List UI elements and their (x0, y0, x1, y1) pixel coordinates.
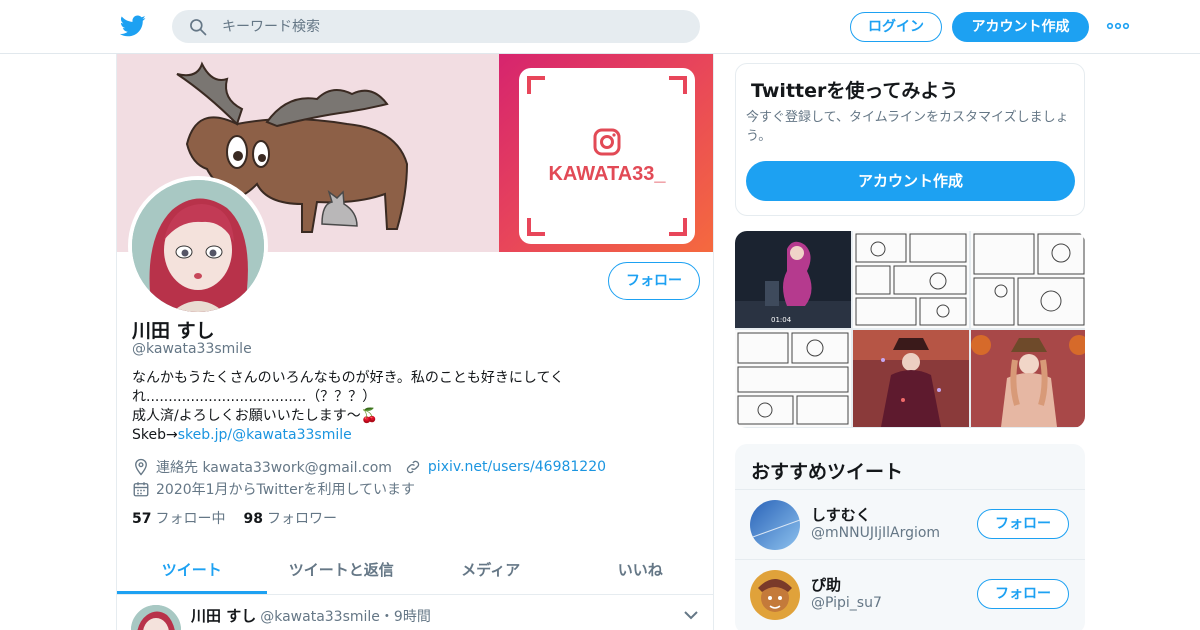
media-thumb-image (735, 330, 851, 427)
login-button[interactable]: ログイン (850, 12, 942, 42)
bio-line: Skeb→skeb.jp/@kawata33smile (132, 426, 702, 445)
signup-card-title: Twitterを使ってみよう (751, 80, 959, 102)
tab-media[interactable]: メディア (416, 548, 566, 594)
follow-button[interactable]: フォロー (608, 262, 700, 300)
suggested-title: おすすめツイート (751, 461, 904, 483)
profile-joined-row: 2020年1月からTwitterを利用しています (132, 479, 415, 499)
chevron-down-icon[interactable] (683, 609, 699, 621)
profile-column: KAWATA33_ フォロー 川田 すし @kawata33smile なんかも… (116, 54, 714, 630)
media-thumb-image (971, 231, 1085, 328)
profile-location: 連絡先 kawata33work@gmail.com (156, 460, 392, 476)
top-bar: ログイン アカウント作成 (0, 0, 1200, 54)
search-bar[interactable] (172, 10, 700, 43)
link-icon (406, 460, 420, 474)
media-thumb-image (971, 330, 1085, 427)
following-label: フォロー中 (155, 511, 226, 527)
suggested-avatar[interactable] (750, 570, 800, 620)
tweet-avatar[interactable] (131, 605, 181, 630)
tweet-author-name[interactable]: 川田 すし (191, 607, 256, 625)
banner-tag-text: KAWATA33_ (548, 163, 666, 185)
more-dots-icon[interactable] (1106, 18, 1130, 34)
suggested-account[interactable]: ぴ助 @Pipi_su7 フォロー (735, 559, 1085, 629)
tweet-time[interactable]: ・9時間 (380, 609, 431, 625)
media-thumb-illustration-1[interactable] (853, 330, 969, 427)
suggested-name[interactable]: ぴ助 (811, 574, 841, 595)
avatar-illustration (132, 180, 264, 312)
suggested-follow-button[interactable]: フォロー (977, 509, 1069, 539)
signup-card-description: 今すぐ登録して、タイムラインをカスタマイズしましょう。 (746, 110, 1069, 144)
profile-bio: なんかもうたくさんのいろんなものが好き。私のことも好きにしてく れ.......… (132, 369, 702, 445)
profile-stats: 57 フォロー中 98 フォロワー (132, 508, 355, 528)
tweet-item[interactable]: 川田 すし @kawata33smile・9時間 (117, 595, 713, 630)
tab-tweets[interactable]: ツイート (117, 548, 267, 594)
profile-tabs: ツイート ツイートと返信 メディア いいね (117, 548, 714, 595)
bio-line: 成人済/よろしくお願いいたします～🍒 (132, 408, 379, 424)
media-thumb-video[interactable]: 01:04 (735, 231, 851, 328)
bio-line: れ....................................（？？… (132, 389, 377, 405)
profile-url-link[interactable]: pixiv.net/users/46981220 (428, 459, 606, 475)
media-thumb-image (853, 330, 969, 427)
suggested-handle[interactable]: @Pipi_su7 (811, 595, 882, 611)
profile-joined: 2020年1月からTwitterを利用しています (156, 482, 416, 498)
suggested-handle[interactable]: @mNNUJIjIlArgiom (811, 525, 940, 541)
suggested-accounts: おすすめツイート しすむく @mNNUJIjIlArgiom フォロー ぴ助 @… (735, 444, 1085, 630)
following-count: 57 (132, 511, 152, 527)
signup-card-button[interactable]: アカウント作成 (746, 161, 1075, 201)
media-thumb-comic-2[interactable] (971, 231, 1085, 328)
twitter-bird-icon[interactable] (120, 13, 146, 39)
tweet-avatar-illustration (131, 605, 181, 630)
profile-handle[interactable]: @kawata33smile (132, 341, 252, 357)
location-pin-icon (135, 458, 147, 476)
suggested-account[interactable]: しすむく @mNNUJIjIlArgiom フォロー (735, 489, 1085, 559)
followers-stat[interactable]: 98 フォロワー (243, 508, 336, 528)
search-icon (190, 19, 207, 36)
bio-line: なんかもうたくさんのいろんなものが好き。私のことも好きにしてく (132, 370, 565, 386)
suggested-avatar-image (750, 500, 800, 550)
media-grid: 01:04 (735, 231, 1085, 428)
bio-skeb-link[interactable]: skeb.jp/@kawata33smile (178, 427, 352, 443)
media-thumb-image: 01:04 (735, 231, 851, 328)
video-duration: 01:04 (771, 316, 792, 324)
followers-count: 98 (243, 511, 263, 527)
profile-name: 川田 すし (132, 320, 215, 342)
search-input[interactable] (222, 10, 682, 43)
suggested-avatar[interactable] (750, 500, 800, 550)
media-thumb-illustration-2[interactable] (971, 330, 1085, 427)
tweet-author-handle[interactable]: @kawata33smile (260, 609, 380, 625)
following-stat[interactable]: 57 フォロー中 (132, 508, 225, 528)
followers-label: フォロワー (266, 511, 337, 527)
bio-skeb-prefix: Skeb→ (132, 427, 178, 443)
profile-avatar[interactable] (128, 176, 268, 316)
signup-card: Twitterを使ってみよう 今すぐ登録して、タイムラインをカスタマイズしましょ… (735, 63, 1085, 216)
suggested-follow-button[interactable]: フォロー (977, 579, 1069, 609)
calendar-icon (133, 482, 149, 497)
tab-likes[interactable]: いいね (566, 548, 714, 594)
profile-meta-row: 連絡先 kawata33work@gmail.com pixiv.net/use… (132, 457, 606, 477)
suggested-avatar-image (750, 570, 800, 620)
tweet-header: 川田 すし @kawata33smile・9時間 (191, 605, 431, 626)
suggested-name[interactable]: しすむく (811, 504, 871, 525)
signup-button[interactable]: アカウント作成 (952, 12, 1089, 42)
tab-tweets-and-replies[interactable]: ツイートと返信 (267, 548, 417, 594)
media-thumb-comic-3[interactable] (735, 330, 851, 427)
media-thumb-comic-1[interactable] (853, 231, 969, 328)
media-thumb-image (853, 231, 969, 328)
